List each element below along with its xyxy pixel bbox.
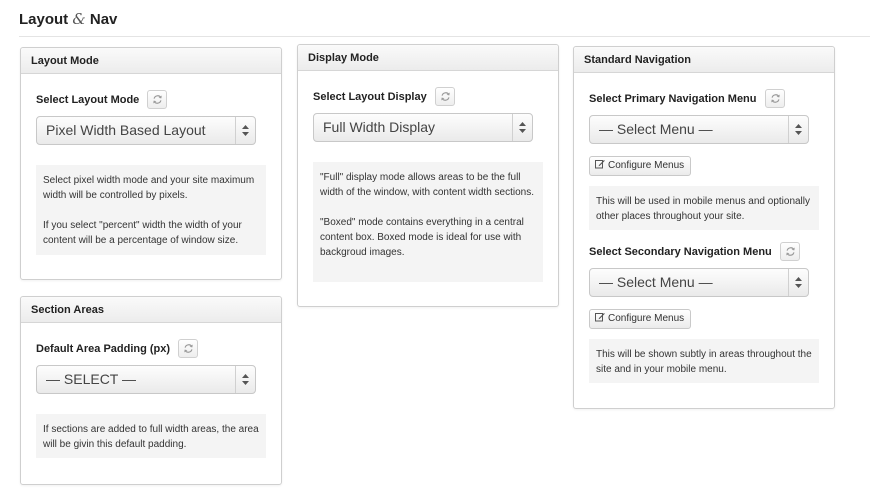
layout-mode-help: Select pixel width mode and your site ma… bbox=[36, 165, 266, 255]
edit-icon bbox=[595, 160, 605, 169]
configure-menus-secondary-button[interactable]: Configure Menus bbox=[589, 309, 692, 329]
field-label-secondary-nav: Select Secondary Navigation Menu bbox=[589, 241, 800, 262]
help-text: This will be shown subtly in areas throu… bbox=[596, 349, 812, 375]
help-text: If sections are added to full width area… bbox=[43, 424, 259, 450]
layout-mode-panel: Layout Mode Select Layout Mode Pixel Wid… bbox=[20, 47, 282, 280]
refresh-primary-nav-button[interactable] bbox=[764, 88, 785, 108]
field-label-text: Select Layout Mode bbox=[36, 94, 140, 106]
field-label-text: Select Secondary Navigation Menu bbox=[589, 246, 772, 258]
panel-header: Display Mode bbox=[298, 45, 558, 71]
select-value: — SELECT — bbox=[46, 371, 136, 387]
section-areas-panel: Section Areas Default Area Padding (px) … bbox=[20, 296, 282, 485]
help-text: Select pixel width mode and your site ma… bbox=[43, 175, 255, 201]
refresh-icon bbox=[184, 343, 193, 353]
select-value: — Select Menu — bbox=[599, 274, 713, 290]
field-label-text: Default Area Padding (px) bbox=[36, 343, 171, 355]
page-title-amp: & bbox=[72, 10, 86, 28]
panel-header: Section Areas bbox=[21, 297, 281, 323]
field-label-primary-nav: Select Primary Navigation Menu bbox=[589, 88, 785, 109]
select-arrows-icon bbox=[235, 117, 255, 144]
layout-mode-select[interactable]: Pixel Width Based Layout bbox=[36, 116, 256, 145]
select-arrows-icon bbox=[788, 116, 808, 143]
layout-display-select[interactable]: Full Width Display bbox=[313, 113, 533, 142]
refresh-icon bbox=[441, 91, 450, 101]
select-arrows-icon bbox=[235, 366, 255, 393]
panel-header: Standard Navigation bbox=[574, 47, 834, 73]
help-text: "Boxed" mode contains everything in a ce… bbox=[320, 217, 524, 258]
help-text: "Full" display mode allows areas to be t… bbox=[320, 172, 535, 198]
section-areas-help: If sections are added to full width area… bbox=[36, 414, 266, 458]
display-mode-panel: Display Mode Select Layout Display Full … bbox=[297, 44, 559, 307]
field-label-text: Select Primary Navigation Menu bbox=[589, 93, 757, 105]
primary-nav-select[interactable]: — Select Menu — bbox=[589, 115, 809, 144]
field-label-text: Select Layout Display bbox=[313, 91, 427, 103]
select-arrows-icon bbox=[512, 114, 532, 141]
secondary-nav-help: This will be shown subtly in areas throu… bbox=[589, 339, 819, 383]
page-title-part1: Layout bbox=[19, 11, 69, 28]
title-divider bbox=[19, 36, 870, 37]
configure-menus-primary-button[interactable]: Configure Menus bbox=[589, 156, 692, 176]
area-padding-select[interactable]: — SELECT — bbox=[36, 365, 256, 394]
refresh-area-padding-button[interactable] bbox=[178, 338, 199, 358]
help-text: This will be used in mobile menus and op… bbox=[596, 196, 811, 222]
refresh-icon bbox=[153, 94, 163, 104]
page-title: Layout & Nav bbox=[19, 10, 117, 28]
refresh-secondary-nav-button[interactable] bbox=[779, 241, 800, 261]
select-arrows-icon bbox=[788, 269, 808, 296]
configure-menus-label: Configure Menus bbox=[608, 313, 685, 324]
edit-icon bbox=[595, 313, 605, 322]
refresh-layout-display-button[interactable] bbox=[434, 86, 455, 106]
secondary-nav-select[interactable]: — Select Menu — bbox=[589, 268, 809, 297]
configure-menus-label: Configure Menus bbox=[608, 160, 685, 171]
select-value: Pixel Width Based Layout bbox=[46, 122, 206, 138]
select-value: — Select Menu — bbox=[599, 121, 713, 137]
select-value: Full Width Display bbox=[323, 119, 436, 135]
field-label-layout-display: Select Layout Display bbox=[313, 86, 455, 107]
panel-header: Layout Mode bbox=[21, 48, 281, 74]
page-title-part2: Nav bbox=[89, 11, 118, 28]
field-label-layout-mode: Select Layout Mode bbox=[36, 89, 168, 110]
help-text: If you select "percent" width the width … bbox=[43, 220, 242, 246]
refresh-icon bbox=[786, 246, 795, 256]
display-mode-help: "Full" display mode allows areas to be t… bbox=[313, 162, 543, 282]
refresh-icon bbox=[770, 93, 780, 103]
field-label-area-padding: Default Area Padding (px) bbox=[36, 338, 199, 359]
standard-navigation-panel: Standard Navigation Select Primary Navig… bbox=[573, 46, 835, 409]
primary-nav-help: This will be used in mobile menus and op… bbox=[589, 186, 819, 230]
refresh-layout-mode-button[interactable] bbox=[147, 89, 168, 109]
